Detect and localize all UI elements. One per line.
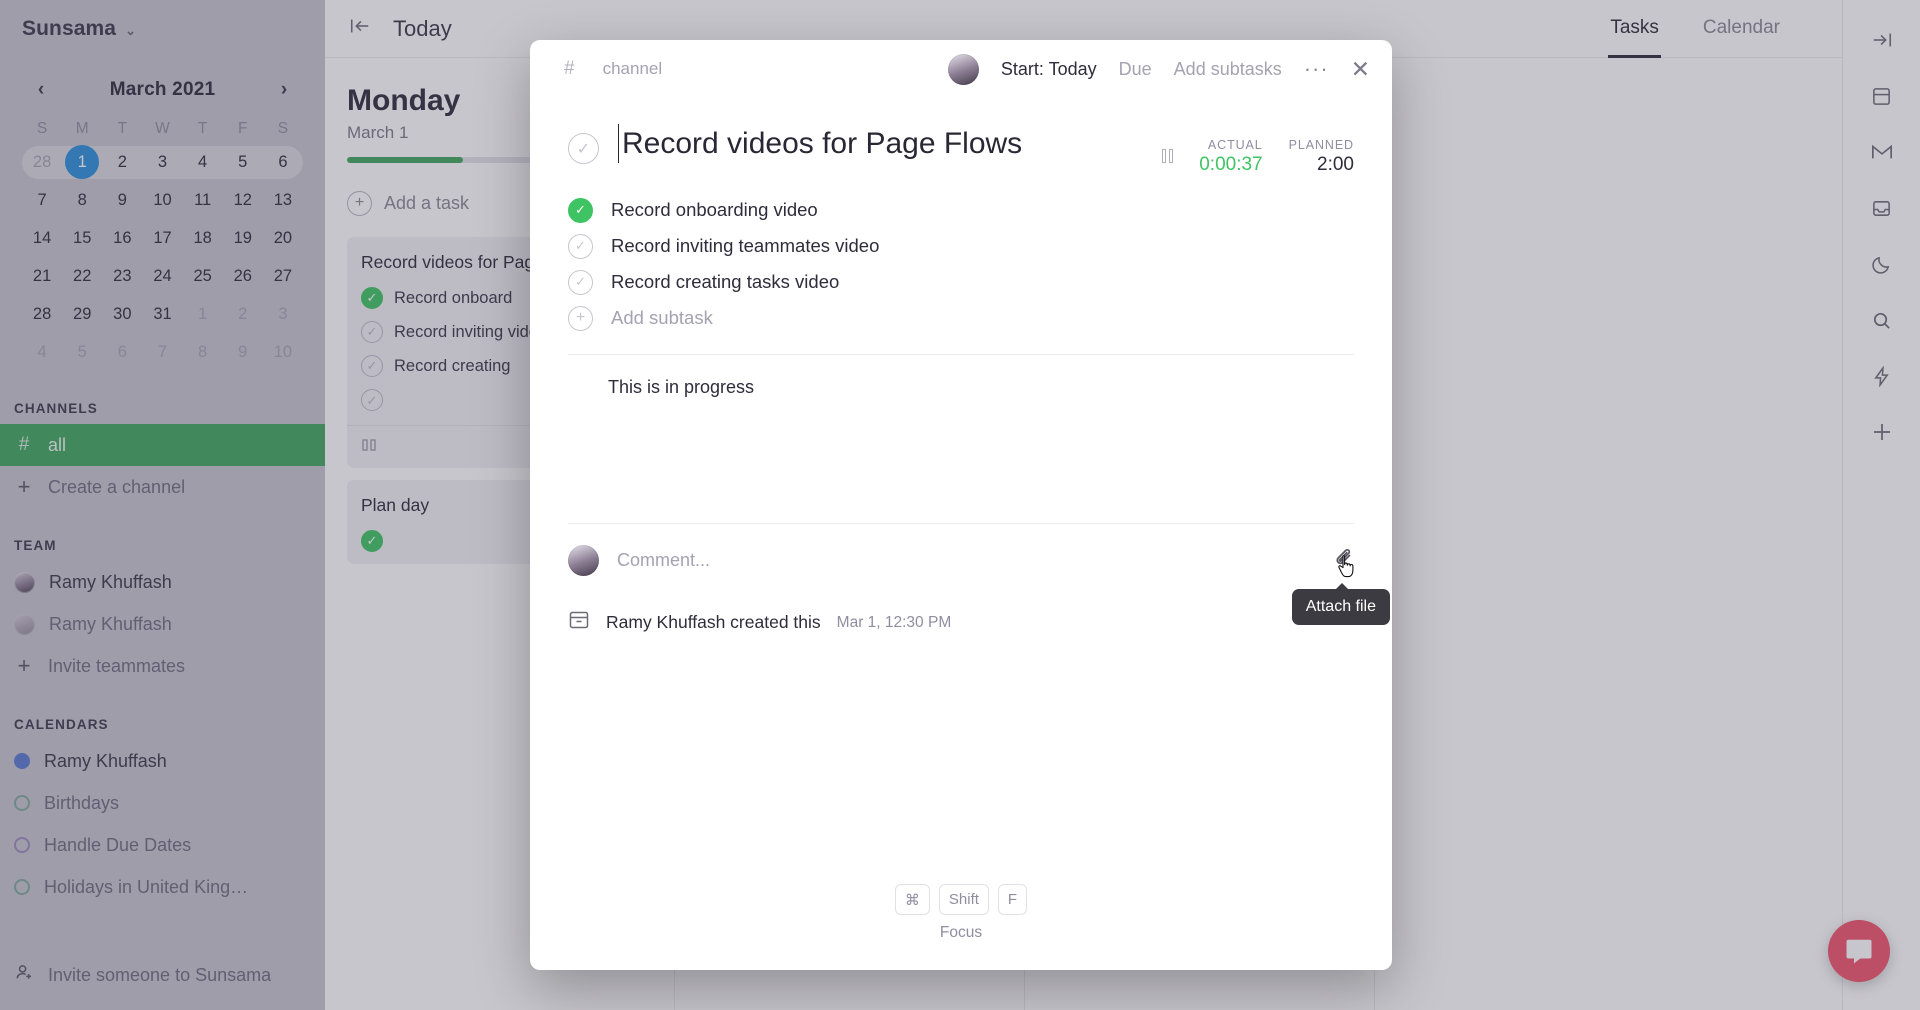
task-title-row: ✓ Record videos for Page Flows ACTUAL 0:…: [568, 124, 1354, 176]
subtask-checkbox[interactable]: ✓: [568, 233, 593, 259]
shortcut-keys: ⌘ Shift F: [894, 884, 1028, 915]
subtask-checkbox[interactable]: ✓: [568, 197, 593, 223]
subtask-checkbox[interactable]: ✓: [568, 269, 593, 295]
hash-icon: #: [564, 58, 575, 79]
comment-actions: Attach file: [1291, 547, 1390, 625]
planned-value: 2:00: [1317, 154, 1354, 175]
subtask-item[interactable]: ✓ Record inviting teammates video: [568, 228, 1354, 264]
archive-icon: [568, 610, 590, 635]
add-subtask-button[interactable]: + Add subtask: [568, 300, 1354, 336]
subtask-label: Record onboarding video: [611, 199, 818, 220]
subtask-item[interactable]: ✓ Record creating tasks video: [568, 264, 1354, 300]
shortcut-key: ⌘: [894, 884, 930, 915]
modal-footer: ⌘ Shift F Focus: [530, 884, 1392, 970]
close-icon[interactable]: ✕: [1351, 56, 1370, 83]
activity-row: Ramy Khuffash created this Mar 1, 12:30 …: [568, 596, 1354, 635]
time-tracker: ACTUAL 0:00:37 PLANNED 2:00: [1162, 124, 1354, 176]
activity-text: Ramy Khuffash created this: [606, 612, 821, 632]
more-options-icon[interactable]: ···: [1304, 58, 1329, 80]
assignee-avatar[interactable]: [947, 53, 979, 85]
shortcut-label: Focus: [939, 924, 983, 941]
plus-icon: +: [568, 305, 593, 331]
channel-selector[interactable]: channel: [603, 59, 663, 79]
task-detail-modal: # channel Start: Today Due Add subtasks …: [530, 40, 1392, 970]
modal-header-actions: Start: Today Due Add subtasks ··· ✕: [947, 53, 1370, 85]
planned-caption: PLANNED: [1288, 138, 1354, 152]
add-subtasks-button[interactable]: Add subtasks: [1174, 59, 1282, 80]
due-date-button[interactable]: Due: [1119, 59, 1152, 80]
subtask-label: Record inviting teammates video: [611, 235, 880, 256]
shortcut-key: F: [997, 884, 1028, 915]
comment-input[interactable]: Comment...: [617, 550, 710, 571]
modal-body: ✓ Record videos for Page Flows ACTUAL 0:…: [530, 98, 1392, 884]
subtask-item[interactable]: ✓ Record onboarding video: [568, 192, 1354, 228]
subtask-label: Record creating tasks video: [611, 271, 840, 292]
planned-time: PLANNED 2:00: [1289, 136, 1354, 176]
actual-value: 0:00:37: [1199, 154, 1263, 175]
add-subtask-label: Add subtask: [611, 307, 713, 328]
attach-file-icon[interactable]: [1334, 547, 1354, 574]
task-complete-checkbox[interactable]: ✓: [568, 133, 599, 164]
app-root: Sunsama ⌄ ‹ March 2021 › SMTWTFS 28 1 2 3 4 5…: [0, 0, 1920, 1010]
modal-header: # channel Start: Today Due Add subtasks …: [530, 40, 1392, 98]
actual-time: ACTUAL 0:00:37: [1199, 136, 1262, 176]
comment-row: Comment... Attach file: [568, 524, 1390, 625]
comment-avatar: [568, 544, 599, 576]
task-title-input[interactable]: Record videos for Page Flows: [618, 124, 1022, 163]
shortcut-key: Shift: [938, 884, 989, 915]
task-notes[interactable]: This is in progress: [568, 355, 1354, 515]
subtask-list: ✓ Record onboarding video ✓ Record inviting…: [568, 192, 1354, 336]
attach-file-tooltip: Attach file: [1291, 582, 1390, 625]
pause-icon[interactable]: [1162, 149, 1174, 163]
start-date-button[interactable]: Start: Today: [1001, 59, 1097, 80]
actual-caption: ACTUAL: [1207, 138, 1263, 152]
activity-time: Mar 1, 12:30 PM: [836, 613, 952, 631]
